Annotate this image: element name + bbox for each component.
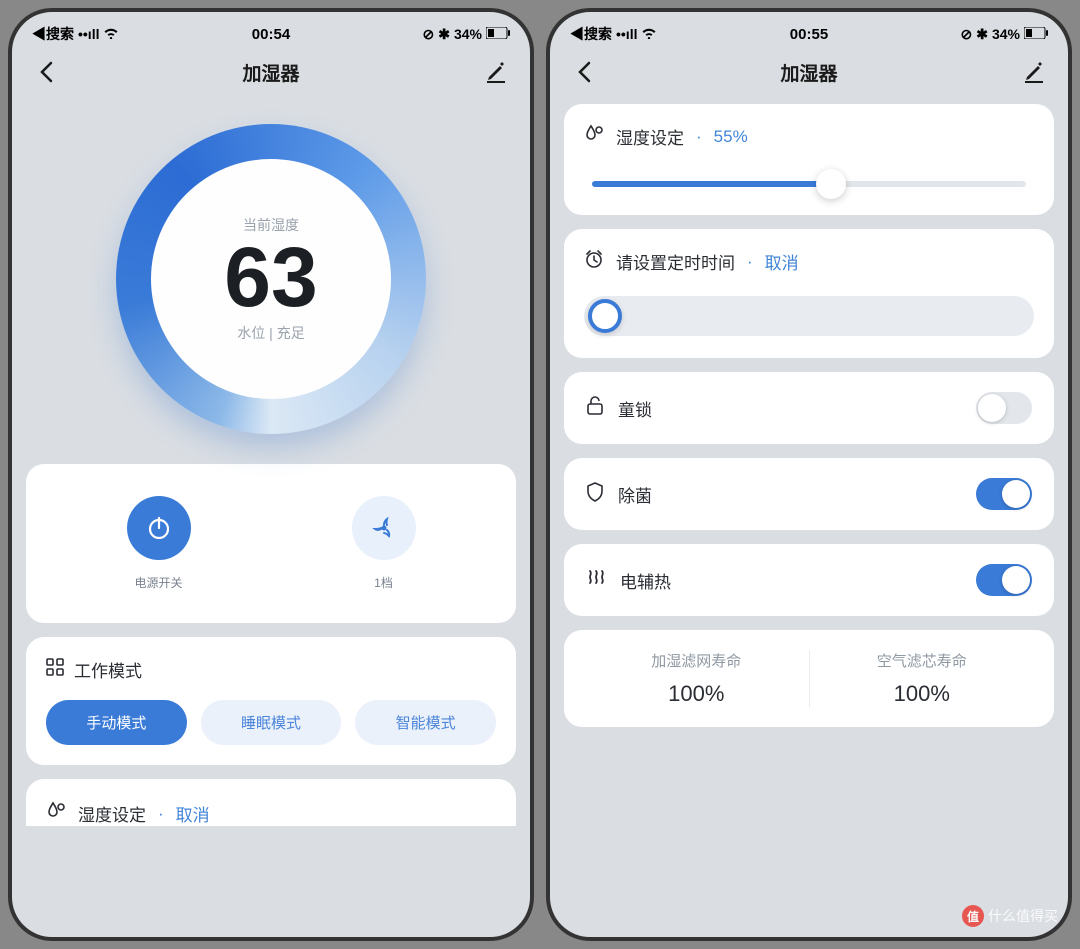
sterilize-label: 除菌 — [618, 482, 652, 507]
content-area: 湿度设定 · 55% 请设置定时时间 · 取消 — [550, 104, 1068, 937]
humidity-setting-value: 55% — [714, 127, 748, 147]
humidity-setting-label: 湿度设定 — [616, 124, 684, 149]
gauge-value: 63 — [224, 235, 317, 319]
timer-icon — [584, 249, 604, 274]
fan-speed-button[interactable] — [352, 496, 416, 560]
battery-icon — [486, 26, 510, 42]
mode-smart[interactable]: 智能模式 — [355, 700, 496, 745]
bluetooth-icon: ✱ — [976, 26, 988, 43]
humidity-gauge: 当前湿度 63 水位 | 充足 — [26, 104, 516, 464]
sterilize-card: 除菌 — [564, 458, 1054, 530]
heater-label: 电辅热 — [620, 568, 671, 593]
bluetooth-icon: ✱ — [438, 26, 450, 43]
heater-card: 电辅热 — [564, 544, 1054, 616]
power-label: 电源开关 — [134, 574, 182, 591]
humidity-setting-label: 湿度设定 — [78, 801, 146, 826]
wifi-icon — [103, 26, 119, 42]
battery-pct: 34% — [992, 26, 1020, 42]
humidity-setting-card: 湿度设定 · 55% — [564, 104, 1054, 215]
shield-icon — [586, 482, 604, 507]
content-area: 当前湿度 63 水位 | 充足 电源开关 1档 — [12, 104, 530, 937]
controls-card: 电源开关 1档 — [26, 464, 516, 623]
timer-slider[interactable] — [584, 296, 1034, 336]
orientation-lock-icon: ⊘ — [960, 26, 972, 43]
wifi-icon — [641, 26, 657, 42]
app-header: 加湿器 — [550, 48, 1068, 104]
air-filter-label: 空气滤芯寿命 — [810, 650, 1035, 671]
back-button[interactable] — [570, 58, 598, 86]
childlock-label: 童锁 — [618, 396, 652, 421]
page-title: 加湿器 — [242, 59, 299, 86]
heater-switch[interactable] — [976, 564, 1032, 596]
gauge-status: 水位 | 充足 — [237, 323, 304, 343]
phone-screen-left: ◀搜索 ••ıll 00:54 ⊘ ✱ 34% 加湿器 — [8, 8, 534, 941]
childlock-card: 童锁 — [564, 372, 1054, 444]
mode-manual[interactable]: 手动模式 — [46, 700, 187, 745]
status-bar: ◀搜索 ••ıll 00:55 ⊘ ✱ 34% — [550, 12, 1068, 48]
humidity-cancel-link[interactable]: 取消 — [176, 801, 210, 826]
timer-slider-thumb[interactable] — [588, 299, 622, 333]
battery-pct: 34% — [454, 26, 482, 42]
sterilize-switch[interactable] — [976, 478, 1032, 510]
grid-icon — [46, 658, 64, 681]
slider-thumb[interactable] — [816, 169, 846, 199]
signal-icon: ••ıll — [616, 26, 637, 42]
status-bar: ◀搜索 ••ıll 00:54 ⊘ ✱ 34% — [12, 12, 530, 48]
droplet-icon — [46, 801, 66, 826]
humidity-setting-peek[interactable]: 湿度设定 · 取消 — [26, 779, 516, 826]
clock: 00:55 — [790, 26, 828, 43]
humidity-slider[interactable] — [592, 181, 1026, 187]
watermark: 值 什么值得买 — [962, 905, 1058, 927]
timer-card: 请设置定时时间 · 取消 — [564, 229, 1054, 358]
app-header: 加湿器 — [12, 48, 530, 104]
mode-title: 工作模式 — [74, 657, 142, 682]
back-to-app[interactable]: ◀搜索 — [570, 24, 612, 44]
clock: 00:54 — [252, 26, 290, 43]
lock-icon — [586, 396, 604, 421]
timer-cancel-link[interactable]: 取消 — [765, 249, 799, 274]
timer-label: 请设置定时时间 — [616, 249, 735, 274]
edit-button[interactable] — [1020, 58, 1048, 86]
humid-filter-label: 加湿滤网寿命 — [584, 650, 809, 671]
phone-screen-right: ◀搜索 ••ıll 00:55 ⊘ ✱ 34% 加湿器 — [546, 8, 1072, 941]
fan-speed-label: 1档 — [374, 574, 393, 591]
childlock-switch[interactable] — [976, 392, 1032, 424]
back-button[interactable] — [32, 58, 60, 86]
back-to-app[interactable]: ◀搜索 — [32, 24, 74, 44]
filter-life-card: 加湿滤网寿命 100% 空气滤芯寿命 100% — [564, 630, 1054, 727]
air-filter-value: 100% — [810, 681, 1035, 707]
heat-icon — [586, 568, 606, 593]
orientation-lock-icon: ⊘ — [422, 26, 434, 43]
droplet-icon — [584, 124, 604, 149]
humid-filter-value: 100% — [584, 681, 809, 707]
battery-icon — [1024, 26, 1048, 42]
mode-sleep[interactable]: 睡眠模式 — [201, 700, 342, 745]
power-button[interactable] — [127, 496, 191, 560]
signal-icon: ••ıll — [78, 26, 99, 42]
page-title: 加湿器 — [780, 59, 837, 86]
mode-card: 工作模式 手动模式 睡眠模式 智能模式 — [26, 637, 516, 765]
edit-button[interactable] — [482, 58, 510, 86]
